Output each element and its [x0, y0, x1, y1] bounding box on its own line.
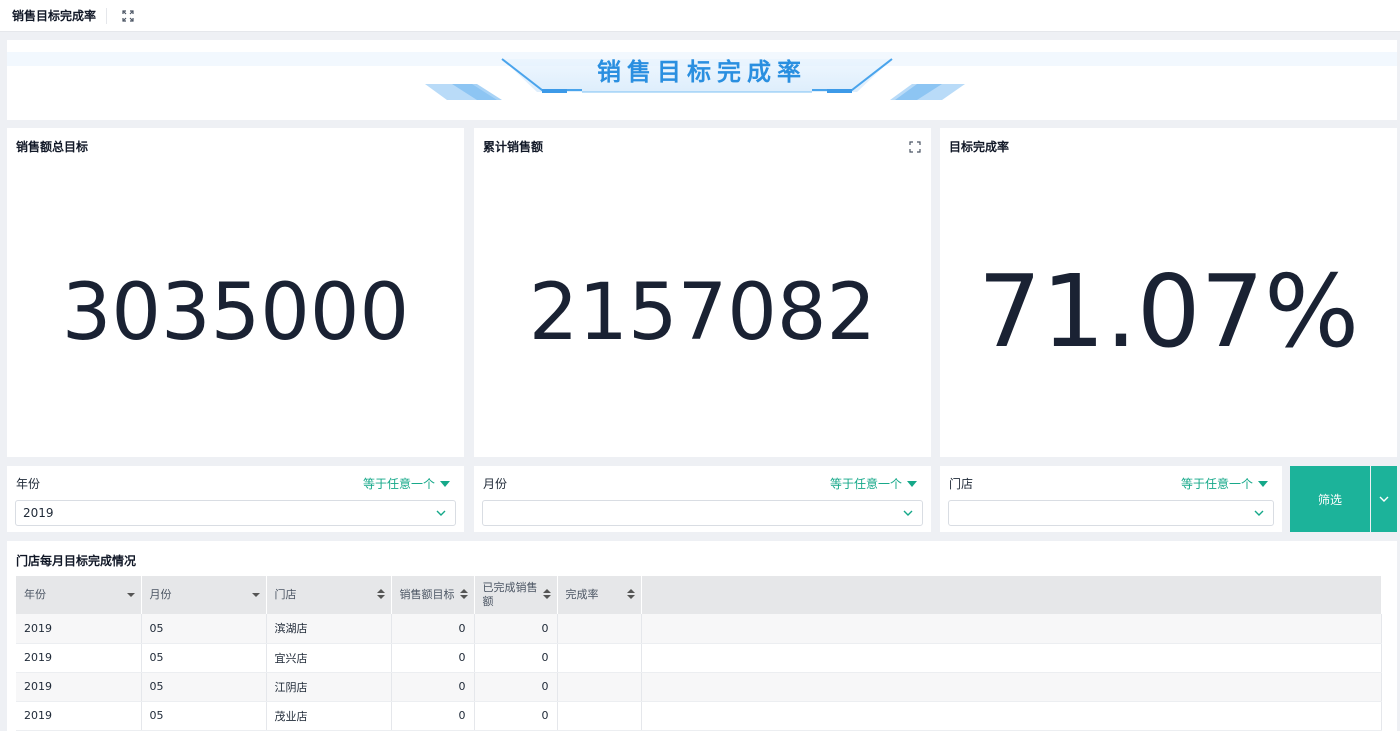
table-header-row: 年份 月份 门店 销售额目标 已完成销售额 完成率 — [16, 576, 1382, 614]
sort-icon[interactable] — [459, 589, 468, 599]
cell-completion-rate — [557, 701, 642, 731]
kpi-card-completion-rate: 目标完成率 71.07% — [940, 128, 1397, 457]
month-select[interactable] — [482, 500, 923, 526]
cell-store: 宜兴店 — [266, 643, 392, 673]
column-label: 年份 — [24, 588, 46, 601]
filter-mode-dropdown[interactable]: 等于任意一个 — [1181, 475, 1268, 492]
column-label: 销售额目标 — [399, 588, 455, 601]
column-header-year[interactable]: 年份 — [16, 576, 142, 614]
cell-store: 滨湖店 — [266, 614, 392, 644]
cell-filler — [641, 701, 1382, 731]
column-header-store[interactable]: 门店 — [266, 576, 392, 614]
kpi-card-sales-target: 销售额总目标 3035000 — [7, 128, 464, 457]
cell-completion-rate — [557, 614, 642, 644]
filter-mode-dropdown[interactable]: 等于任意一个 — [830, 475, 917, 492]
filter-month: 月份 等于任意一个 — [474, 466, 931, 532]
sort-icon[interactable] — [376, 589, 385, 599]
filter-store: 门店 等于任意一个 — [940, 466, 1282, 532]
cell-year: 2019 — [16, 701, 142, 731]
cell-filler — [641, 672, 1382, 702]
caret-down-icon — [440, 480, 450, 487]
filter-mode-label: 等于任意一个 — [362, 477, 435, 491]
cell-year: 2019 — [16, 614, 142, 644]
column-header-filler — [641, 576, 1382, 614]
kpi-card-cumulative-sales: 累计销售额 2157082 — [474, 128, 931, 457]
filter-label: 门店 — [949, 477, 974, 491]
select-value: 2019 — [23, 506, 54, 520]
cell-sales-target: 0 — [391, 614, 475, 644]
expand-icon[interactable] — [909, 138, 921, 153]
dropdown-icon[interactable] — [251, 589, 260, 599]
filter-year: 年份 等于任意一个 2019 — [7, 466, 464, 532]
cell-store: 江阴店 — [266, 672, 392, 702]
column-label: 已完成销售额 — [482, 581, 538, 608]
kpi-value: 2157082 — [528, 268, 877, 358]
column-header-sales-target[interactable]: 销售额目标 — [391, 576, 475, 614]
title-banner: 销售目标完成率 — [7, 40, 1397, 120]
filter-label: 月份 — [483, 477, 508, 491]
cell-year: 2019 — [16, 643, 142, 673]
cell-filler — [641, 614, 1382, 644]
filter-mode-label: 等于任意一个 — [1180, 477, 1253, 491]
cell-month: 05 — [141, 672, 267, 702]
kpi-title: 销售额总目标 — [16, 140, 89, 154]
dashboard-title: 销售目标完成率 — [12, 7, 108, 24]
cell-completion-rate — [557, 672, 642, 702]
year-select[interactable]: 2019 — [15, 500, 456, 526]
column-header-completed-sales[interactable]: 已完成销售额 — [474, 576, 558, 614]
sort-icon[interactable] — [626, 589, 635, 599]
caret-down-icon — [1258, 480, 1268, 487]
kpi-title: 目标完成率 — [949, 140, 1010, 154]
store-monthly-table-card: 门店每月目标完成情况 年份 月份 门店 销售额目标 已完成销售额 完成率 201… — [7, 541, 1397, 731]
table-title: 门店每月目标完成情况 — [16, 554, 137, 568]
caret-down-icon — [907, 480, 917, 487]
filter-label: 年份 — [16, 477, 41, 491]
chevron-down-icon — [1379, 496, 1389, 502]
sort-icon[interactable] — [542, 589, 551, 599]
chevron-down-icon — [436, 510, 446, 516]
chevron-down-icon — [903, 510, 913, 516]
cell-month: 05 — [141, 614, 267, 644]
cell-filler — [641, 643, 1382, 673]
table-row: 2019 05 茂业店 0 0 — [16, 701, 1382, 731]
cell-month: 05 — [141, 701, 267, 731]
store-select[interactable] — [948, 500, 1274, 526]
column-header-completion-rate[interactable]: 完成率 — [557, 576, 642, 614]
column-label: 门店 — [274, 588, 297, 601]
cell-sales-target: 0 — [391, 701, 475, 731]
filter-button[interactable]: 筛选 — [1290, 466, 1370, 532]
cell-completion-rate — [557, 643, 642, 673]
dropdown-icon[interactable] — [126, 589, 135, 599]
cell-completed-sales: 0 — [474, 672, 558, 702]
cell-completed-sales: 0 — [474, 614, 558, 644]
table-row: 2019 05 滨湖店 0 0 — [16, 614, 1382, 644]
cell-sales-target: 0 — [391, 643, 475, 673]
column-label: 完成率 — [565, 588, 599, 601]
table-row: 2019 05 江阴店 0 0 — [16, 672, 1382, 702]
cell-year: 2019 — [16, 672, 142, 702]
data-table: 年份 月份 门店 销售额目标 已完成销售额 完成率 2019 05 滨湖店 0 … — [16, 576, 1382, 731]
chevron-down-icon — [1254, 510, 1264, 516]
kpi-value: 3035000 — [61, 268, 410, 358]
kpi-title: 累计销售额 — [483, 140, 544, 154]
kpi-value: 71.07% — [977, 253, 1360, 370]
table-row: 2019 05 宜兴店 0 0 — [16, 643, 1382, 673]
filter-options-button[interactable] — [1371, 466, 1397, 532]
cell-completed-sales: 0 — [474, 701, 558, 731]
column-header-month[interactable]: 月份 — [141, 576, 267, 614]
top-bar: 销售目标完成率 — [0, 0, 1400, 32]
filter-mode-dropdown[interactable]: 等于任意一个 — [363, 475, 450, 492]
column-label: 月份 — [149, 588, 172, 601]
cell-completed-sales: 0 — [474, 643, 558, 673]
expand-icon[interactable] — [121, 9, 135, 23]
banner-title: 销售目标完成率 — [597, 58, 807, 86]
cell-month: 05 — [141, 643, 267, 673]
cell-sales-target: 0 — [391, 672, 475, 702]
cell-store: 茂业店 — [266, 701, 392, 731]
filter-mode-label: 等于任意一个 — [829, 477, 902, 491]
